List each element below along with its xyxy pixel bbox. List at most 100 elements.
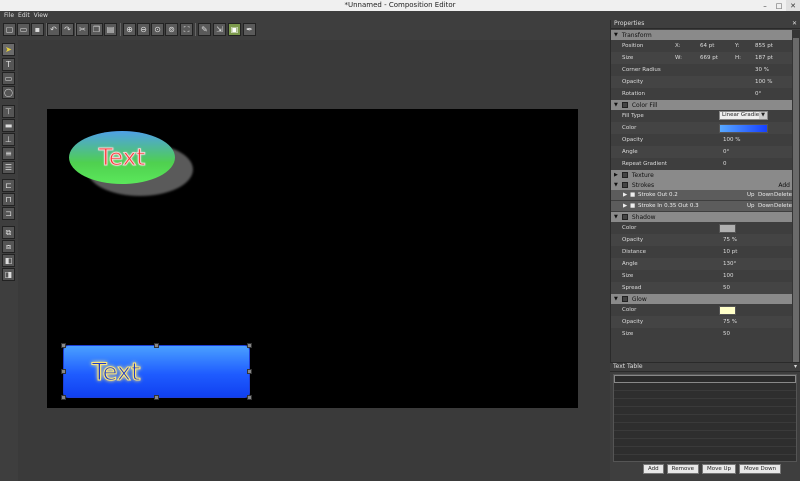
ellipse-text[interactable]: Text xyxy=(98,144,146,171)
expand-arrow-icon[interactable]: ▶ xyxy=(614,172,618,178)
align-hcenter-icon[interactable]: ⊓ xyxy=(2,193,15,206)
glow-opacity-value[interactable]: 75 % xyxy=(723,319,737,325)
shadow-checkbox[interactable] xyxy=(621,214,628,220)
text-table-list[interactable] xyxy=(613,374,797,462)
expand-arrow-icon[interactable]: ▼ xyxy=(614,182,618,188)
zoom-actual-icon[interactable]: ⊚ xyxy=(165,23,178,36)
bring-front-icon[interactable]: ⧉ xyxy=(2,226,15,239)
stroke-item[interactable]: ▶ ■ Stroke In 0.35 Out 0.3 Up Down Delet… xyxy=(611,201,793,212)
opacity-value[interactable]: 100 % xyxy=(755,79,772,85)
expand-arrow-icon[interactable]: ▼ xyxy=(614,296,618,302)
stroke-item[interactable]: ▶ ■ Stroke Out 0.2 Up Down Delete xyxy=(611,190,793,201)
resize-handle-mr[interactable] xyxy=(247,369,252,374)
resize-handle-tl[interactable] xyxy=(61,343,66,348)
section-color-fill[interactable]: ▼ Color Fill xyxy=(611,100,793,110)
align-bottom-icon[interactable]: ⊥ xyxy=(2,133,15,146)
fill-color-swatch[interactable] xyxy=(719,124,768,133)
resize-handle-ml[interactable] xyxy=(61,369,66,374)
ellipse-shape[interactable]: Text xyxy=(69,131,175,184)
resize-handle-tc[interactable] xyxy=(154,343,159,348)
glow-checkbox[interactable] xyxy=(621,296,628,302)
text-table-row[interactable] xyxy=(614,383,796,391)
move-up-button[interactable]: Move Up xyxy=(701,464,736,474)
remove-button[interactable]: Remove xyxy=(666,464,699,474)
align-top-icon[interactable]: ⊤ xyxy=(2,105,15,118)
bring-forward-icon[interactable]: ⧈ xyxy=(2,240,15,253)
rectangle-shape[interactable]: Text xyxy=(63,345,250,398)
align-left-icon[interactable]: ⊏ xyxy=(2,179,15,192)
minimize-button[interactable]: – xyxy=(758,0,772,11)
menu-view[interactable]: View xyxy=(32,11,50,20)
undo-icon[interactable]: ↶ xyxy=(47,23,60,36)
maximize-button[interactable]: □ xyxy=(772,0,786,11)
text-table-row[interactable] xyxy=(614,375,796,383)
resize-handle-bc[interactable] xyxy=(154,395,159,400)
stroke-up-button[interactable]: Up xyxy=(747,192,755,198)
text-table-row[interactable] xyxy=(614,415,796,423)
texture-checkbox[interactable] xyxy=(621,172,628,178)
resize-handle-br[interactable] xyxy=(247,395,252,400)
shadow-distance-value[interactable]: 10 pt xyxy=(723,249,737,255)
scrollbar-thumb[interactable] xyxy=(793,38,799,373)
strokes-checkbox[interactable] xyxy=(621,182,628,188)
shadow-color-swatch[interactable] xyxy=(719,224,736,233)
close-button[interactable]: ✕ xyxy=(786,0,800,11)
stroke-checkbox[interactable]: ■ xyxy=(630,203,635,209)
align-right-icon[interactable]: ⊐ xyxy=(2,207,15,220)
stroke-delete-button[interactable]: Delete xyxy=(774,192,792,198)
select-arrow-icon[interactable]: ➤ xyxy=(2,43,15,56)
shadow-spread-value[interactable]: 50 xyxy=(723,285,730,291)
expand-arrow-icon[interactable]: ▼ xyxy=(614,32,618,38)
rotation-value[interactable]: 0° xyxy=(755,91,761,97)
align-center-icon[interactable]: ≡ xyxy=(2,147,15,160)
text-table-row[interactable] xyxy=(614,439,796,447)
expand-arrow-icon[interactable]: ▼ xyxy=(614,102,618,108)
open-folder-icon[interactable]: ▭ xyxy=(17,23,30,36)
text-table-row[interactable] xyxy=(614,423,796,431)
stroke-delete-button[interactable]: Delete xyxy=(774,203,792,209)
section-texture[interactable]: ▶ Texture xyxy=(611,170,793,180)
resize-handle-bl[interactable] xyxy=(61,395,66,400)
zoom-in-icon[interactable]: ⊕ xyxy=(123,23,136,36)
fill-opacity-value[interactable]: 100 % xyxy=(723,137,740,143)
shadow-opacity-value[interactable]: 75 % xyxy=(723,237,737,243)
h-value[interactable]: 187 pt xyxy=(755,55,773,61)
chevron-down-icon[interactable]: ▼ xyxy=(759,112,767,119)
glow-color-swatch[interactable] xyxy=(719,306,736,315)
resize-handle-tr[interactable] xyxy=(247,343,252,348)
properties-scrollbar[interactable] xyxy=(792,30,800,379)
section-shadow[interactable]: ▼ Shadow xyxy=(611,212,793,222)
fill-angle-value[interactable]: 0° xyxy=(723,149,729,155)
export-icon[interactable]: ⇲ xyxy=(213,23,226,36)
send-back-icon[interactable]: ◨ xyxy=(2,268,15,281)
paste-icon[interactable]: ▤ xyxy=(104,23,117,36)
close-icon[interactable]: ✕ xyxy=(792,20,797,27)
glow-size-value[interactable]: 50 xyxy=(723,331,730,337)
new-doc-icon[interactable]: ▢ xyxy=(3,23,16,36)
section-glow[interactable]: ▼ Glow xyxy=(611,294,793,304)
zoom-fit-icon[interactable]: ⊙ xyxy=(151,23,164,36)
text-table-row[interactable] xyxy=(614,431,796,439)
text-table-row[interactable] xyxy=(614,399,796,407)
text-table-row[interactable] xyxy=(614,407,796,415)
ellipse-tool-icon[interactable]: ◯ xyxy=(2,86,15,99)
stroke-down-button[interactable]: Down xyxy=(758,192,774,198)
color-fill-checkbox[interactable] xyxy=(621,102,628,108)
expand-arrow-icon[interactable]: ▶ xyxy=(623,192,627,198)
distribute-icon[interactable]: ☰ xyxy=(2,161,15,174)
rectangle-text[interactable]: Text xyxy=(92,357,142,386)
shadow-size-value[interactable]: 100 xyxy=(723,273,734,279)
send-backward-icon[interactable]: ◧ xyxy=(2,254,15,267)
redo-icon[interactable]: ↷ xyxy=(61,23,74,36)
stroke-checkbox[interactable]: ■ xyxy=(630,192,635,198)
stroke-up-button[interactable]: Up xyxy=(747,203,755,209)
rectangle-tool-icon[interactable]: ▭ xyxy=(2,72,15,85)
text-tool-icon[interactable]: T xyxy=(2,58,15,71)
w-value[interactable]: 669 pt xyxy=(700,55,718,61)
align-middle-icon[interactable]: ▬ xyxy=(2,119,15,132)
menu-file[interactable]: File xyxy=(2,11,16,20)
fullscreen-icon[interactable]: ⛶ xyxy=(180,23,193,36)
zoom-out-icon[interactable]: ⊖ xyxy=(137,23,150,36)
shadow-angle-value[interactable]: 130° xyxy=(723,261,736,267)
y-value[interactable]: 855 pt xyxy=(755,43,773,49)
